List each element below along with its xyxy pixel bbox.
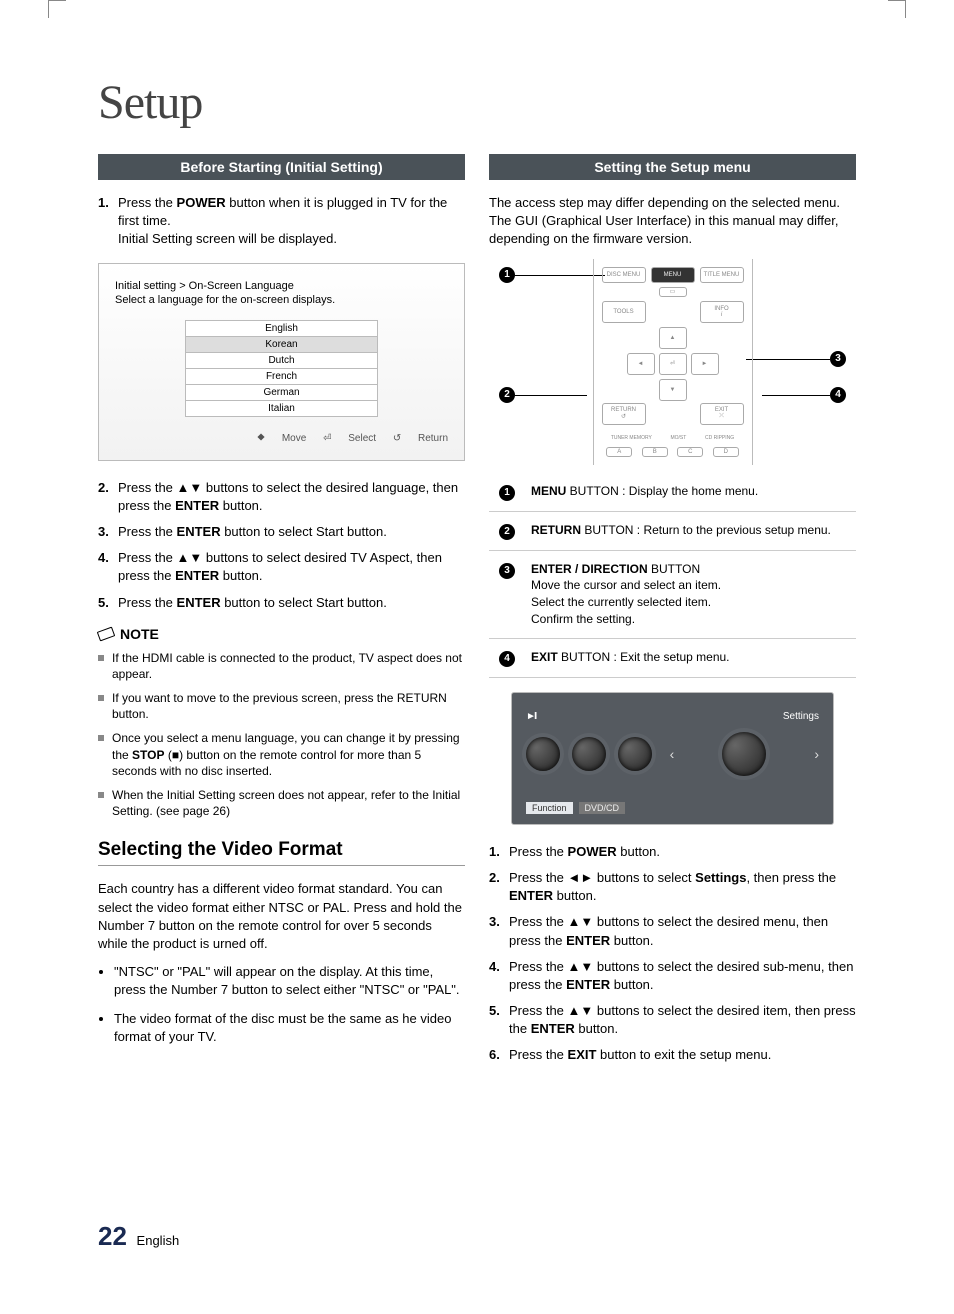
steps-list-setup: 1.Press the POWER button. 2.Press the ◄► … [489,843,856,1065]
page-footer: 22 English [98,1221,179,1252]
step-item: 1.Press the POWER button. [489,843,856,861]
step-item: 6.Press the EXIT button to exit the setu… [489,1046,856,1064]
remote-bottom-labels: TUNER MEMORYMO/STCD RIPPING [602,435,744,441]
remote-tools: TOOLS [602,301,646,323]
remote-down: ▼ [659,379,687,401]
note-item: If the HDMI cable is connected to the pr… [98,650,465,682]
step-item: 4.Press the ▲▼ buttons to select desired… [98,549,465,585]
note-item: Once you select a menu language, you can… [98,730,465,779]
note-heading: NOTE [98,626,465,642]
remote-title-menu: TITLE MENU [700,267,744,283]
language-option: Korean [185,337,378,353]
remote-up: ▲ [659,327,687,349]
section-bar-right: Setting the Setup menu [489,154,856,180]
step-item: 5.Press the ▲▼ buttons to select the des… [489,1002,856,1038]
definition-row: 2RETURN BUTTON : Return to the previous … [489,511,856,550]
definition-row: 1MENU BUTTON : Display the home menu. [489,473,856,512]
remote-display-icon: ▭ [659,287,687,297]
tv-settings-panel: ►II Settings ‹ › Functio [511,692,834,825]
language-option: Italian [185,401,378,417]
bullet-item: The video format of the disc must be the… [114,1010,465,1046]
step-item: 4.Press the ▲▼ buttons to select the des… [489,958,856,994]
steps-list-initial: 1.Press the POWER button when it is plug… [98,194,465,249]
definition-row: 3ENTER / DIRECTION BUTTONMove the cursor… [489,550,856,638]
remote-enter: ⏎ [659,353,687,375]
language-option: French [185,369,378,385]
page-number: 22 [98,1221,127,1251]
remote-left: ◄ [627,353,655,375]
page-title: Setup [98,75,856,130]
chevron-left-icon: ‹ [670,746,675,762]
settings-label: Settings [783,711,819,722]
setup-menu-intro: The access step may differ depending on … [489,194,856,249]
note-item: When the Initial Setting screen does not… [98,787,465,819]
panel-instruction: Select a language for the on-screen disp… [115,294,448,306]
remote-diagram: 1 2 3 4 DISC MENU MENU TITLE MENU [489,259,856,459]
language-option: English [185,320,378,337]
panel-breadcrumb: Initial setting > On-Screen Language [115,280,448,292]
remote-return: RETURN↺ [602,403,646,425]
play-pause-icon: ►II [526,711,535,722]
remote-menu: MENU [651,267,695,283]
chevron-right-icon: › [814,746,819,762]
step-item: 2.Press the ◄► buttons to select Setting… [489,869,856,905]
carousel-icon-3 [618,737,652,771]
panel-footer: ⯁ Move ⏎ Select ↺ Return [115,433,448,444]
callout-4: 4 [830,387,846,403]
carousel-icon-settings [722,732,766,776]
remote-info: INFOi [700,301,744,323]
callout-2: 2 [499,387,515,403]
step-item: 3.Press the ENTER button to select Start… [98,523,465,541]
video-format-intro: Each country has a different video forma… [98,880,465,953]
notes-list: If the HDMI cable is connected to the pr… [98,650,465,820]
osd-language-panel: Initial setting > On-Screen Language Sel… [98,263,465,461]
step-item: 3.Press the ▲▼ buttons to select the des… [489,913,856,949]
video-format-bullets: "NTSC" or "PAL" will appear on the displ… [98,963,465,1046]
bullet-item: "NTSC" or "PAL" will appear on the displ… [114,963,465,999]
button-definitions-table: 1MENU BUTTON : Display the home menu.2RE… [489,473,856,678]
hint-select: ⏎ Select [323,433,376,444]
remote-right: ► [691,353,719,375]
remote-color-buttons: ABCD [602,447,744,457]
remote-disc-menu: DISC MENU [602,267,646,283]
language-option: German [185,385,378,401]
crop-mark-top-left [48,0,66,18]
carousel-icon-2 [572,737,606,771]
hint-return: ↺ Return [393,433,448,444]
language-option: Dutch [185,353,378,369]
callout-1: 1 [499,267,515,283]
callout-3: 3 [830,351,846,367]
function-tag: Function [526,802,573,814]
step-item: 5.Press the ENTER button to select Start… [98,594,465,612]
language-list: EnglishKoreanDutchFrenchGermanItalian [185,320,378,417]
step-item: 1.Press the POWER button when it is plug… [98,194,465,249]
crop-mark-top-right [888,0,906,18]
definition-row: 4EXIT BUTTON : Exit the setup menu. [489,638,856,677]
remote-exit: EXIT⤫ [700,403,744,425]
step-item: 2.Press the ▲▼ buttons to select the des… [98,479,465,515]
note-icon [97,626,115,641]
steps-list-initial-2: 2.Press the ▲▼ buttons to select the des… [98,479,465,612]
note-item: If you want to move to the previous scre… [98,690,465,722]
carousel-icon-1 [526,737,560,771]
page-language: English [137,1233,180,1248]
hint-move: ⯁ Move [257,433,306,444]
source-tag: DVD/CD [579,802,626,814]
subheading-video-format: Selecting the Video Format [98,839,465,861]
section-bar-left: Before Starting (Initial Setting) [98,154,465,180]
